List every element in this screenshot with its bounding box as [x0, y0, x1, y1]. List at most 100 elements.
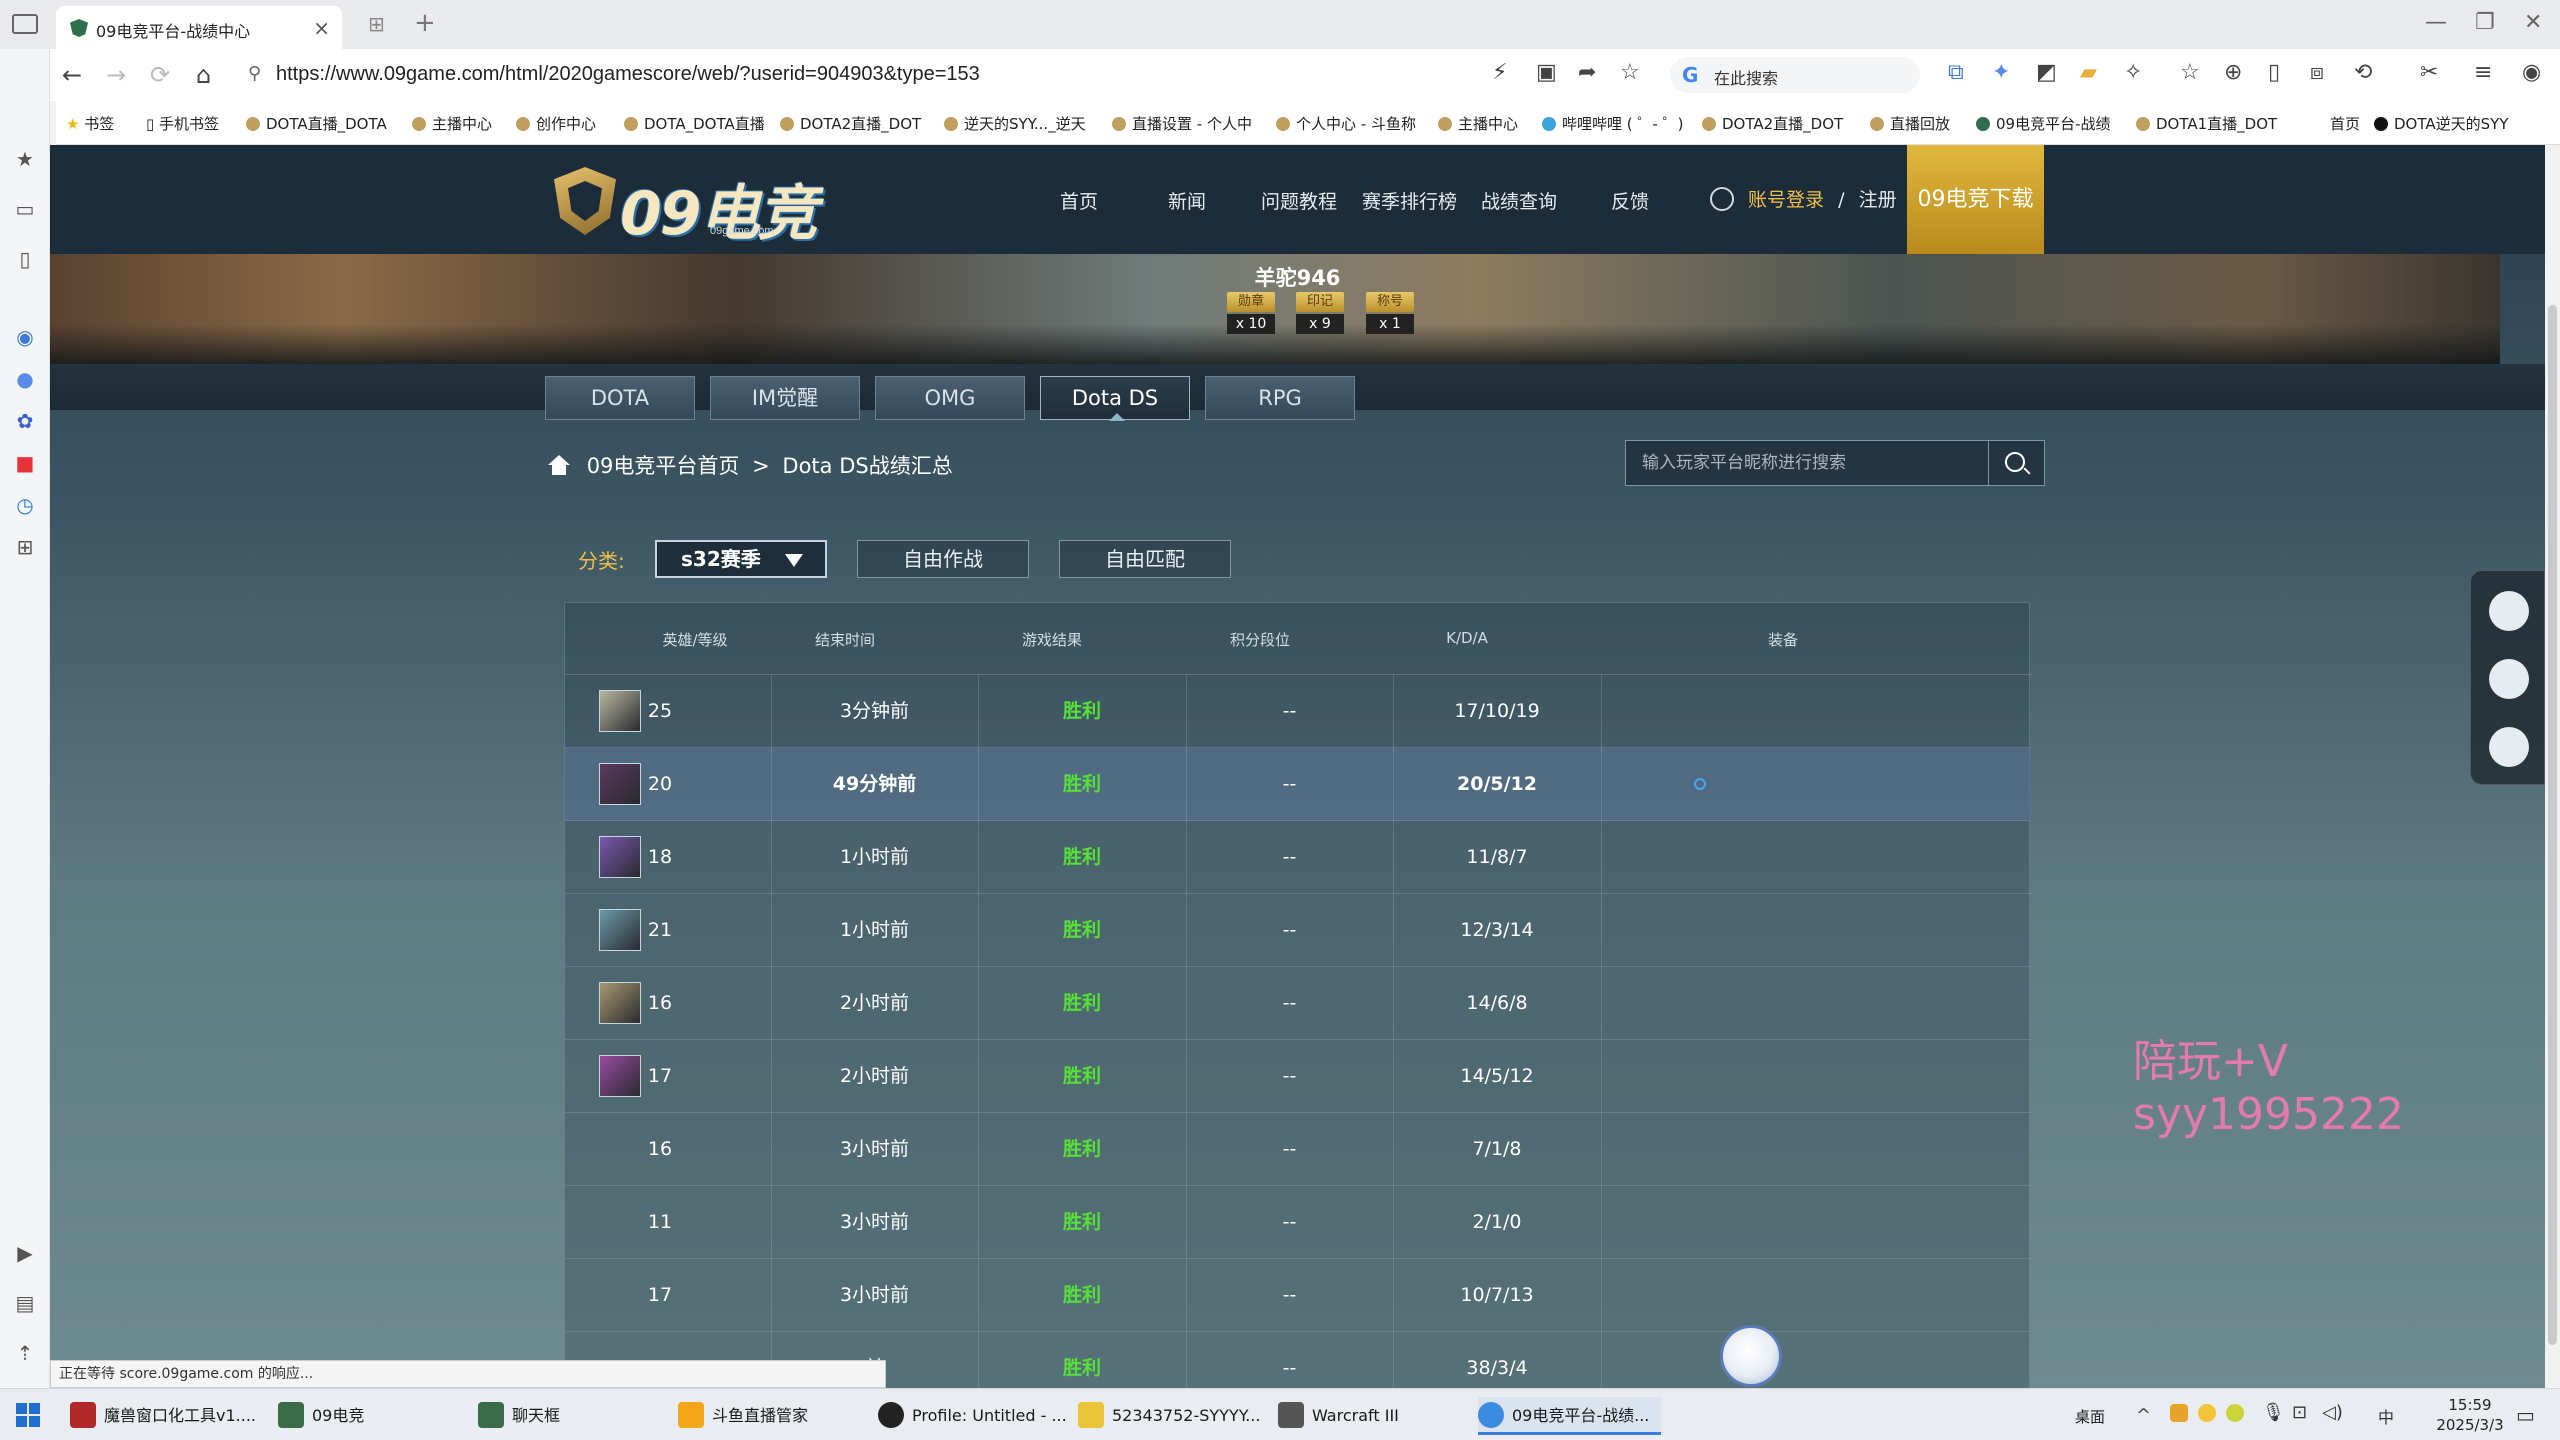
- register-link[interactable]: 注册: [1859, 189, 1897, 211]
- forward-icon[interactable]: →: [106, 61, 126, 89]
- menu-icon[interactable]: ≡: [2474, 60, 2492, 85]
- folder-icon[interactable]: ▰: [2080, 60, 2097, 85]
- tray-app-icon[interactable]: [2198, 1404, 2216, 1422]
- bookmark-item[interactable]: 直播回放: [1870, 113, 1950, 134]
- tray-app-icon[interactable]: [2226, 1404, 2244, 1422]
- collections-sidebar-icon[interactable]: ▭: [13, 197, 37, 221]
- badge-title[interactable]: 称号 x 1: [1366, 292, 1414, 334]
- bookmark-item[interactable]: 个人中心 - 斗鱼称: [1276, 113, 1416, 134]
- paw-icon[interactable]: ✿: [13, 409, 37, 433]
- breadcrumb-home[interactable]: 09电竞平台首页: [587, 454, 740, 478]
- wechat-icon[interactable]: [2489, 659, 2529, 699]
- table-row[interactable]: 20 49分钟前 胜利 -- 20/5/12: [565, 748, 2031, 821]
- bookmark-item[interactable]: 首页: [2330, 113, 2360, 134]
- ai-assistant-icon[interactable]: ✦: [1992, 60, 2010, 85]
- taskbar-item[interactable]: Profile: Untitled - ...: [878, 1397, 1067, 1435]
- mascot-avatar[interactable]: [1720, 1325, 1782, 1387]
- home-icon[interactable]: ⌂: [196, 61, 211, 89]
- download-icon[interactable]: ⊕: [2224, 60, 2242, 85]
- favorite-star-icon[interactable]: ☆: [1620, 60, 1640, 85]
- tray-app-icon[interactable]: [2170, 1404, 2188, 1422]
- window-menu-icon[interactable]: [12, 14, 38, 34]
- table-row[interactable]: 17 2小时前 胜利 -- 14/5/12: [565, 1040, 2031, 1113]
- screenshot-icon[interactable]: ▣: [1536, 60, 1557, 85]
- home-icon[interactable]: [548, 455, 570, 475]
- search-button[interactable]: [1988, 441, 2044, 485]
- bookmark-item[interactable]: 直播设置 - 个人中: [1112, 113, 1252, 134]
- taskbar-item[interactable]: 斗鱼直播管家: [678, 1397, 808, 1435]
- translate-icon[interactable]: ⧉: [1948, 60, 1964, 85]
- table-row[interactable]: 21 1小时前 胜利 -- 12/3/14: [565, 894, 2031, 967]
- taskbar-clock[interactable]: 15:59 2025/3/3: [2430, 1395, 2510, 1435]
- taskbar-item[interactable]: 09电竞: [278, 1397, 364, 1435]
- maximize-icon[interactable]: ❐: [2475, 10, 2495, 35]
- nav-home[interactable]: 首页: [1060, 187, 1098, 214]
- season-select[interactable]: s32赛季: [655, 540, 827, 578]
- badge-mark[interactable]: 印记 x 9: [1296, 292, 1344, 334]
- mobile-icon[interactable]: ▯: [13, 247, 37, 271]
- mode-free-match-button[interactable]: 自由匹配: [1059, 540, 1231, 578]
- tab-im[interactable]: IM觉醒: [710, 376, 860, 420]
- bookmark-item[interactable]: 09电竞平台-战绩: [1976, 113, 2111, 134]
- bookmark-item[interactable]: DOTA直播_DOTA: [246, 113, 387, 134]
- favorites-icon[interactable]: ★: [13, 147, 37, 171]
- tab-overview-icon[interactable]: ⊞: [368, 12, 385, 36]
- table-row[interactable]: 18 1小时前 胜利 -- 11/8/7: [565, 821, 2031, 894]
- tab-dota[interactable]: DOTA: [545, 376, 695, 420]
- table-row[interactable]: 25 3分钟前 胜利 -- 17/10/19: [565, 675, 2031, 748]
- player-search-input[interactable]: [1626, 441, 1988, 485]
- nav-feedback[interactable]: 反馈: [1611, 187, 1649, 214]
- page-scrollbar[interactable]: [2545, 145, 2560, 1388]
- bookmark-item[interactable]: DOTA2直播_DOT: [780, 113, 921, 134]
- windows-start-icon[interactable]: [16, 1403, 40, 1427]
- extension-icon[interactable]: ◩: [2036, 60, 2057, 85]
- sidebar-briefcase-icon[interactable]: ▤: [13, 1291, 37, 1315]
- site-logo[interactable]: 09电竞 09game.com: [550, 159, 820, 249]
- share-icon[interactable]: ➦: [1578, 60, 1596, 85]
- mode-free-battle-button[interactable]: 自由作战: [857, 540, 1029, 578]
- nav-tutorial[interactable]: 问题教程: [1261, 187, 1337, 214]
- nav-score-query[interactable]: 战绩查询: [1481, 187, 1557, 214]
- window-close-icon[interactable]: ✕: [2524, 10, 2542, 35]
- bookmark-item[interactable]: DOTA2直播_DOT: [1702, 113, 1843, 134]
- browser-search-box[interactable]: G 在此搜索: [1670, 57, 1920, 93]
- bookmark-item[interactable]: ▯ 手机书签: [146, 113, 219, 134]
- cut-icon[interactable]: ✂: [2420, 60, 2438, 85]
- bookmark-star-icon[interactable]: ☆: [2180, 60, 2200, 85]
- tab-omg[interactable]: OMG: [875, 376, 1025, 420]
- taskbar-item[interactable]: 聊天框: [478, 1397, 560, 1435]
- flash-icon[interactable]: ⚡: [1492, 60, 1507, 85]
- bookmark-item[interactable]: 逆天的SYY..._逆天: [944, 113, 1086, 134]
- phone-icon[interactable]: ▯: [2268, 60, 2280, 85]
- taskbar-item-active[interactable]: 09电竞平台-战绩...: [1478, 1397, 1662, 1435]
- reload-icon[interactable]: ⟳: [150, 61, 170, 89]
- browser-tab[interactable]: 09电竞平台-战绩中心 ×: [56, 6, 342, 49]
- sidebar-pin-icon[interactable]: ⇡: [13, 1341, 37, 1365]
- notification-icon[interactable]: ▭: [2516, 1403, 2535, 1427]
- taskbar-item[interactable]: 52343752-SYYYY...: [1078, 1397, 1260, 1435]
- tab-dota-ds[interactable]: Dota DS: [1040, 376, 1190, 421]
- bookmark-item[interactable]: 创作中心: [516, 113, 596, 134]
- profile-avatar-icon[interactable]: ◉: [2522, 60, 2541, 85]
- weibo-icon[interactable]: [2489, 727, 2529, 767]
- new-tab-icon[interactable]: +: [414, 8, 436, 38]
- table-row[interactable]: 16 2小时前 胜利 -- 14/6/8: [565, 967, 2031, 1040]
- bookmark-item[interactable]: 哔哩哔哩 ( ゜- ゜): [1542, 113, 1683, 134]
- volume-icon[interactable]: ◁): [2322, 1402, 2343, 1423]
- badge-medal[interactable]: 勋章 x 10: [1227, 292, 1275, 334]
- url-field[interactable]: ⚲ https://www.09game.com/html/2020gamesc…: [240, 57, 1660, 93]
- tray-expand-icon[interactable]: ^: [2136, 1405, 2151, 1426]
- minimize-icon[interactable]: —: [2425, 10, 2447, 35]
- download-button[interactable]: 09电竞下载: [1907, 145, 2044, 254]
- table-row[interactable]: 17 3小时前 胜利 -- 10/7/13: [565, 1259, 2031, 1332]
- bookmark-item[interactable]: 主播中心: [412, 113, 492, 134]
- table-row[interactable]: 11 3小时前 胜利 -- 2/1/0: [565, 1186, 2031, 1259]
- network-icon[interactable]: ⊡: [2292, 1402, 2307, 1423]
- app-icon[interactable]: ◉: [13, 325, 37, 349]
- bookmark-item[interactable]: DOTA1直播_DOT: [2136, 113, 2277, 134]
- nav-leaderboard[interactable]: 赛季排行榜: [1362, 187, 1457, 214]
- history-icon[interactable]: ⟲: [2354, 60, 2372, 85]
- bookmark-item[interactable]: DOTA逆天的SYY: [2374, 113, 2508, 134]
- login-link[interactable]: 账号登录: [1748, 189, 1824, 211]
- microphone-icon[interactable]: 🎙︎: [2262, 1402, 2285, 1423]
